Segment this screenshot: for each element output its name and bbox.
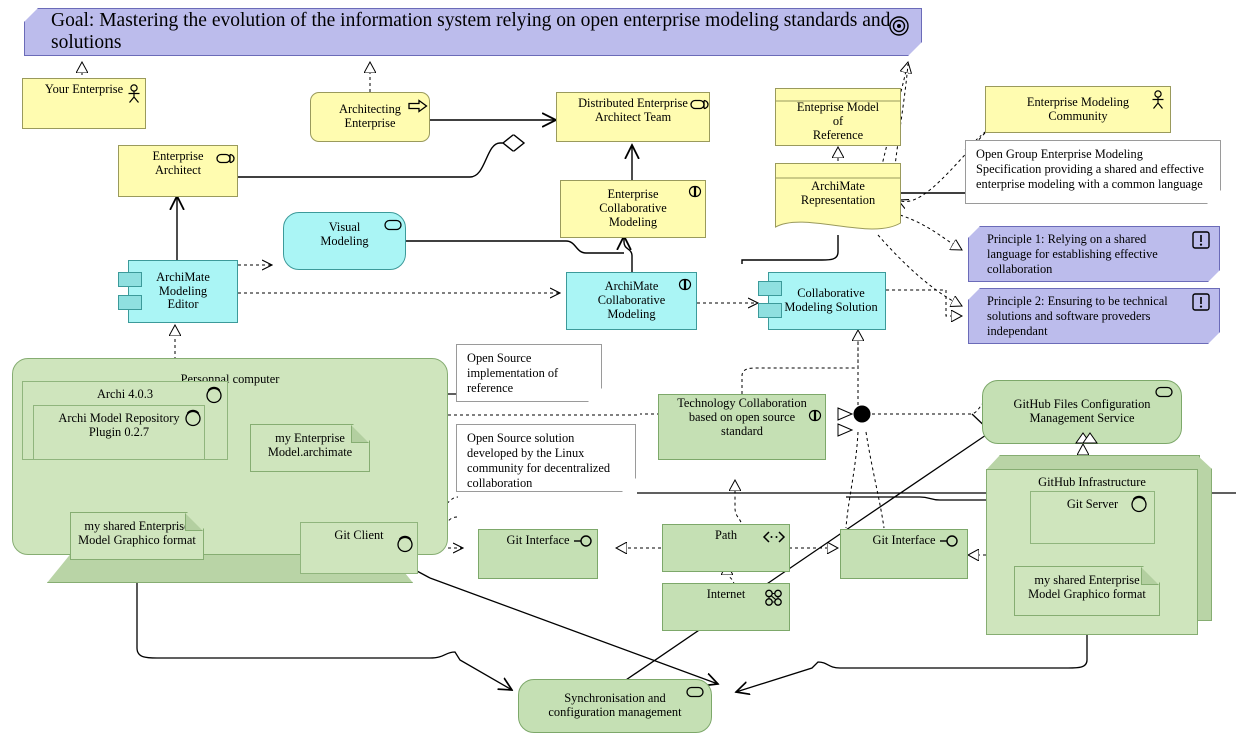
technology-collaboration-open-source-standard[interactable]: Technology Collaboration based on open s… — [658, 394, 826, 460]
artifact-my-shared-model-remote[interactable]: my shared Enterprise Model Graphico form… — [1014, 566, 1160, 616]
architecting-enterprise-label: Architecting Enterprise — [339, 102, 401, 130]
collaborative-modeling-solution-label: Collaborative Modeling Solution — [784, 286, 878, 314]
interaction-icon — [808, 409, 822, 422]
principle-1[interactable]: Principle 1: Relying on a shared languag… — [968, 226, 1220, 282]
process-icon — [408, 99, 428, 113]
application-component-collaborative-modeling-solution[interactable]: Collaborative Modeling Solution — [768, 272, 886, 330]
my-shared-model-remote-label: my shared Enterprise Model Graphico form… — [1028, 573, 1146, 602]
system-software-archi-model-repository-plugin[interactable]: Archi Model Repository Plugin 0.2.7 — [33, 405, 205, 460]
role-icon — [690, 99, 709, 110]
technology-service-github-files-config-management[interactable]: GitHub Files Configuration Management Se… — [982, 380, 1182, 444]
business-role-distributed-team[interactable]: Distributed Enterprise Architect Team — [556, 92, 710, 142]
system-software-icon — [1131, 495, 1147, 513]
note-open-source-linux-text: Open Source solution developed by the Li… — [467, 431, 611, 490]
principle-2-label: Principle 2: Ensuring to be technical so… — [987, 293, 1168, 338]
distributed-team-label: Distributed Enterprise Architect Team — [578, 96, 688, 124]
tech-collaboration-label: Technology Collaboration based on open s… — [677, 396, 807, 438]
business-representation-archimate[interactable]: ArchiMate Representation — [775, 163, 901, 235]
note-open-source-reference: Open Source implementation of reference — [456, 344, 602, 402]
component-icon — [758, 303, 782, 318]
actor-icon — [128, 84, 140, 103]
interaction-icon — [678, 278, 692, 291]
technology-service-icon — [1155, 386, 1173, 398]
business-actor-enterprise-modeling-community[interactable]: Enterprise Modeling Community — [985, 86, 1171, 133]
role-icon — [216, 153, 235, 164]
artifact-my-shared-model-local[interactable]: my shared Enterprise Model Graphico form… — [70, 512, 204, 560]
principle-1-label: Principle 1: Relying on a shared languag… — [987, 231, 1158, 276]
artifact-my-enterprise-model[interactable]: my Enterprise Model.archimate — [250, 424, 370, 472]
interface-icon — [940, 535, 958, 547]
business-object-icon — [775, 100, 901, 102]
application-component-archimate-modeling-editor[interactable]: ArchiMate Modeling Editor — [128, 260, 238, 323]
archimate-modeling-editor-label: ArchiMate Modeling Editor — [156, 269, 210, 312]
archi-plugin-label: Archi Model Repository Plugin 0.2.7 — [58, 411, 180, 440]
goal-label: Goal: Mastering the evolution of the inf… — [51, 10, 891, 53]
note-open-group-spec: Open Group Enterprise Modeling Specifica… — [965, 140, 1221, 204]
archimate-diagram-canvas: Goal: Mastering the evolution of the inf… — [0, 0, 1236, 747]
actor-icon — [1152, 90, 1164, 109]
system-software-icon — [206, 386, 222, 404]
github-service-label: GitHub Files Configuration Management Se… — [1013, 397, 1151, 425]
sync-service-label: Synchronisation and configuration manage… — [548, 691, 682, 719]
node-side-face — [1197, 455, 1212, 621]
archi-label: Archi 4.0.3 — [96, 387, 154, 401]
interaction-icon — [688, 185, 702, 198]
path-icon — [762, 531, 786, 543]
component-icon — [758, 281, 782, 296]
goal-banner: Goal: Mastering the evolution of the inf… — [24, 8, 922, 56]
note-open-source-reference-text: Open Source implementation of reference — [467, 351, 559, 395]
archimate-representation-label: ArchiMate Representation — [800, 179, 876, 208]
technology-service-icon — [686, 686, 704, 698]
my-shared-model-local-label: my shared Enterprise Model Graphico form… — [78, 519, 196, 548]
system-software-icon — [397, 535, 413, 553]
interface-icon — [574, 535, 592, 547]
business-interaction-enterprise-collaborative-modeling[interactable]: Enterprise Collaborative Modeling — [560, 180, 706, 238]
visual-modeling-label: Visual Modeling — [320, 220, 369, 248]
network-icon — [765, 589, 782, 606]
archimate-collaborative-modeling-label: ArchiMate Collaborative Modeling — [597, 279, 666, 321]
technology-service-synchronisation[interactable]: Synchronisation and configuration manage… — [518, 679, 712, 733]
principle-2[interactable]: Principle 2: Ensuring to be technical so… — [968, 288, 1220, 344]
enterprise-collaborative-modeling-label: Enterprise Collaborative Modeling — [599, 187, 667, 229]
system-software-icon — [185, 409, 201, 427]
goal-icon — [889, 16, 909, 36]
note-open-group-spec-text: Open Group Enterprise Modeling Specifica… — [976, 147, 1204, 191]
node-top-face — [986, 455, 1200, 470]
note-open-source-linux: Open Source solution developed by the Li… — [456, 424, 636, 492]
component-icon — [118, 272, 142, 287]
principle-icon — [1192, 231, 1210, 249]
principle-icon — [1192, 293, 1210, 311]
component-icon — [118, 295, 142, 310]
github-infrastructure-label: GitHub Infrastructure — [1038, 475, 1146, 489]
application-service-icon — [384, 219, 402, 231]
enterprise-modeling-community-label: Enterprise Modeling Community — [1026, 94, 1130, 123]
